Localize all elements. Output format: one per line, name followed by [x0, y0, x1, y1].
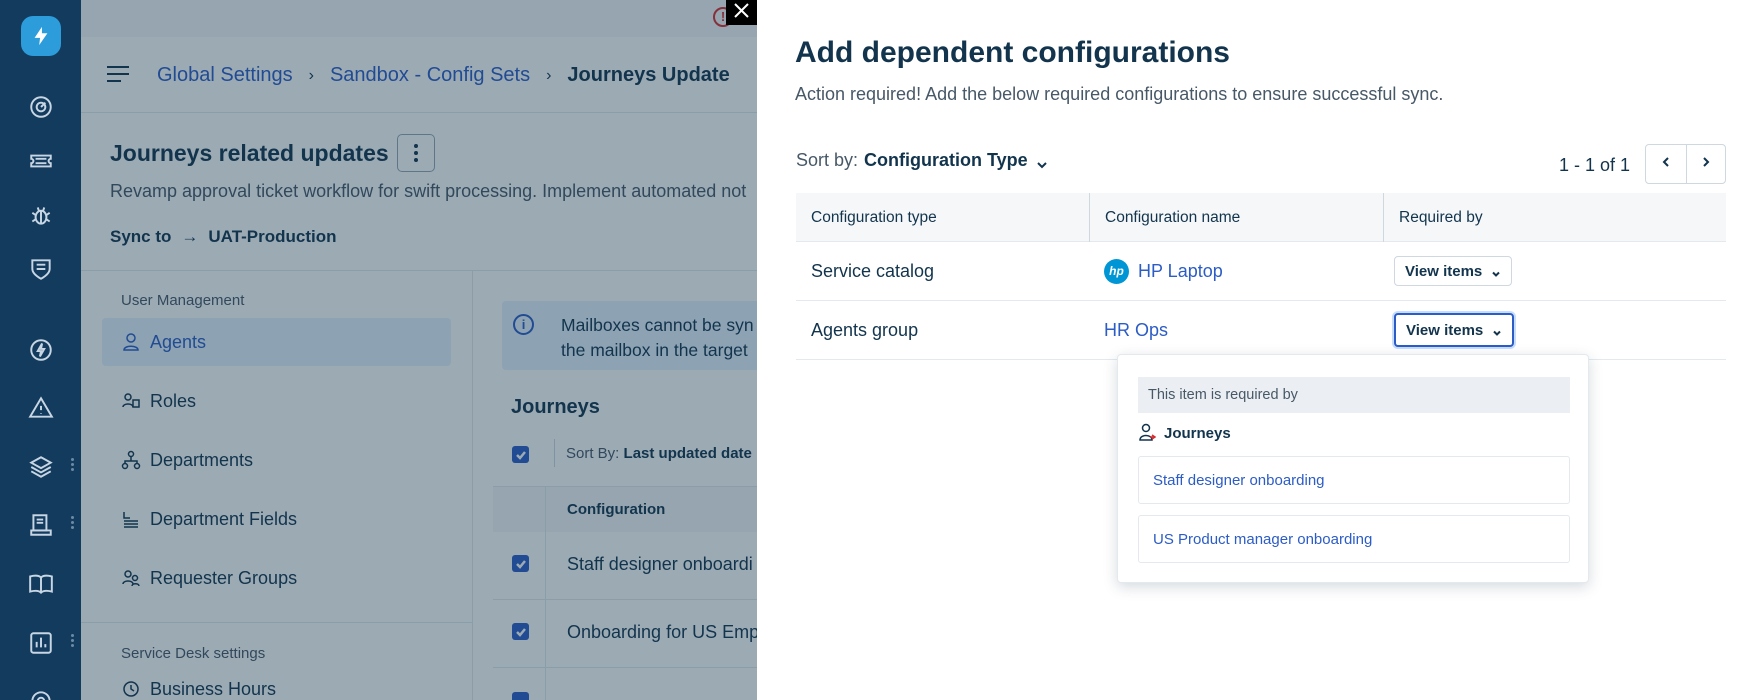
required-by-cell: View items [1383, 301, 1726, 359]
required-by-item-link[interactable]: US Product manager onboarding [1138, 515, 1570, 563]
chevron-down-icon [1492, 325, 1502, 336]
dashboard-icon[interactable] [26, 92, 56, 122]
popover-module: Journeys [1138, 423, 1231, 443]
view-items-button[interactable]: View items [1394, 256, 1513, 286]
pagination-count: 1 - 1 of 1 [1559, 155, 1631, 175]
required-by-cell: View items [1383, 242, 1726, 300]
chevron-down-icon [1036, 155, 1048, 168]
book-icon[interactable] [26, 569, 56, 599]
dependent-configurations-table: Configuration type Configuration name Re… [796, 193, 1726, 360]
column-header-configuration-type[interactable]: Configuration type [796, 193, 1089, 242]
popover-module-label: Journeys [1164, 424, 1231, 442]
config-name-link[interactable]: HP Laptop [1138, 261, 1223, 282]
view-items-label: View items [1405, 262, 1483, 280]
modal-backdrop[interactable] [81, 0, 757, 700]
app-icon-rail [0, 0, 81, 700]
ticket-icon[interactable] [26, 146, 56, 176]
popover-header: This item is required by [1138, 377, 1570, 413]
chevron-down-icon [1491, 266, 1501, 277]
close-button[interactable] [726, 0, 757, 25]
journey-person-icon [1138, 423, 1157, 443]
table-header: Configuration type Configuration name Re… [796, 193, 1726, 242]
alert-icon[interactable] [26, 393, 56, 423]
close-icon [733, 2, 750, 24]
drag-handle-icon[interactable] [71, 456, 75, 476]
required-by-item-link[interactable]: Staff designer onboarding [1138, 456, 1570, 504]
config-type-cell: Agents group [811, 319, 919, 340]
column-header-configuration-name[interactable]: Configuration name [1089, 193, 1383, 242]
column-header-required-by[interactable]: Required by [1383, 193, 1726, 242]
chevron-left-icon [1660, 155, 1672, 173]
drawer-title: Add dependent configurations [795, 36, 1230, 69]
sort-value: Configuration Type [864, 150, 1028, 170]
bolt-icon[interactable] [26, 335, 56, 365]
config-type-cell: Service catalog [811, 260, 935, 281]
sort-dropdown[interactable]: Sort by: Configuration Type [796, 150, 1048, 171]
pagination [1645, 144, 1726, 184]
dependent-configurations-drawer: Add dependent configurations Action requ… [757, 0, 1752, 700]
hp-logo-icon: hp [1104, 258, 1129, 284]
drag-handle-icon[interactable] [71, 514, 75, 534]
required-by-popover: This item is required by Journeys Staff … [1117, 354, 1589, 583]
layers-icon[interactable] [26, 452, 56, 482]
lightning-logo-icon[interactable] [21, 16, 61, 56]
view-items-label: View items [1406, 321, 1484, 339]
config-name-cell: HR Ops [1089, 301, 1383, 359]
drag-handle-icon[interactable] [71, 632, 75, 652]
device-icon[interactable] [26, 510, 56, 540]
table-row: Service catalog hp HP Laptop View items [796, 242, 1726, 301]
chart-icon[interactable] [26, 628, 56, 658]
previous-page-button[interactable] [1646, 145, 1686, 183]
drawer-subtitle: Action required! Add the below required … [795, 84, 1444, 104]
config-name-link[interactable]: HR Ops [1104, 320, 1168, 341]
next-page-button[interactable] [1685, 145, 1726, 183]
chevron-right-icon [1700, 155, 1712, 173]
view-items-button[interactable]: View items [1394, 313, 1515, 347]
shield-icon[interactable] [26, 254, 56, 284]
table-row: Agents group HR Ops View items [796, 301, 1726, 360]
gear-icon[interactable] [26, 686, 56, 700]
bug-icon[interactable] [26, 200, 56, 230]
sort-label: Sort by: [796, 150, 859, 170]
config-name-cell: hp HP Laptop [1089, 242, 1383, 300]
